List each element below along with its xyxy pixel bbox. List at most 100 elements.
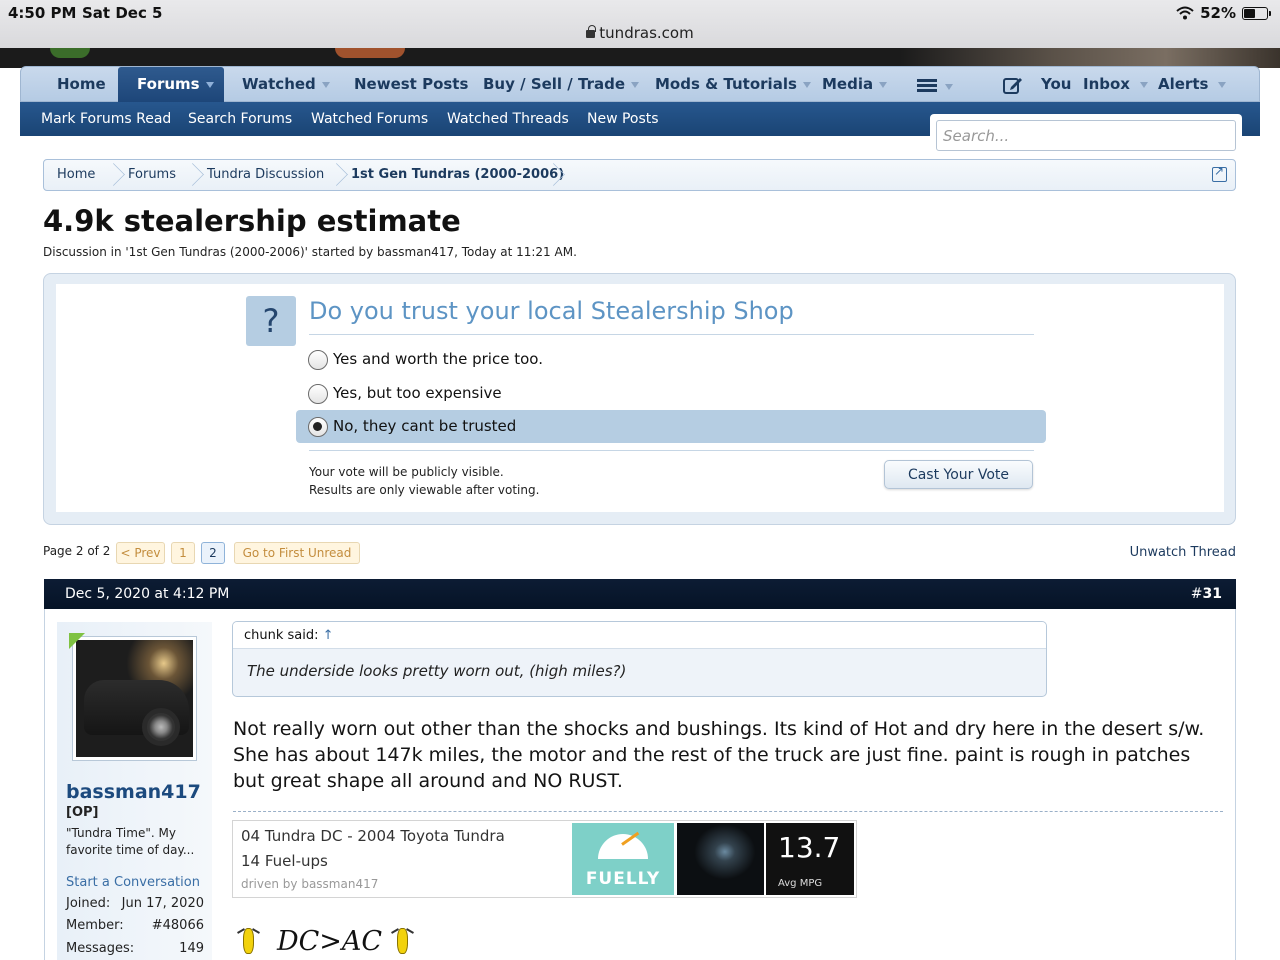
user-stat-joined: Joined: Jun 17, 2020 — [66, 896, 204, 911]
poll-results-note: Results are only viewable after voting. — [309, 483, 540, 497]
nav-media[interactable]: Media — [822, 67, 888, 102]
radio-button-checked[interactable] — [308, 417, 328, 437]
address-bar[interactable]: tundras.com — [0, 24, 1280, 42]
poll-question: Do you trust your local Stealership Shop — [309, 297, 794, 325]
subnav-watched-threads[interactable]: Watched Threads — [447, 102, 569, 136]
breadcrumb-separator — [185, 160, 199, 190]
signature-graphic: DC>AC — [233, 920, 433, 960]
status-bar: 4:50 PM Sat Dec 5 52% tundras.com — [0, 0, 1280, 48]
page-info: Page 2 of 2 — [43, 544, 111, 558]
breadcrumb: Home Forums Tundra Discussion 1st Gen Tu… — [43, 159, 1236, 191]
search-input[interactable]: Search... — [936, 120, 1236, 151]
arrow-up-icon[interactable]: ↑ — [323, 628, 334, 643]
wifi-icon — [1176, 6, 1194, 20]
quote-header: chunk said: ↑ — [233, 622, 1046, 649]
compose-icon[interactable] — [1003, 75, 1023, 95]
chevron-down-icon — [945, 84, 953, 90]
external-link-icon[interactable] — [1212, 164, 1227, 182]
breadcrumb-separator — [546, 160, 560, 190]
post-header: Dec 5, 2020 at 4:12 PM #31 — [44, 579, 1236, 609]
post-date: Dec 5, 2020 at 4:12 PM — [65, 586, 230, 602]
breadcrumb-1st-gen[interactable]: 1st Gen Tundras (2000-2006) — [351, 160, 564, 190]
user-title: "Tundra Time". My favorite time of day..… — [66, 826, 195, 857]
breadcrumb-home[interactable]: Home — [57, 160, 95, 190]
nav-mods-tutorials[interactable]: Mods & Tutorials — [655, 67, 811, 102]
poll-option-label: Yes and worth the price too. — [333, 350, 543, 368]
user-stat-member: Member: #48066 — [66, 918, 204, 933]
chevron-down-icon — [205, 81, 214, 88]
op-badge: [OP] — [66, 805, 99, 820]
thread-meta: Discussion in '1st Gen Tundras (2000-200… — [43, 245, 577, 259]
quote-author: chunk said: — [244, 628, 319, 643]
unwatch-thread-link[interactable]: Unwatch Thread — [1130, 545, 1236, 560]
prev-page-button[interactable]: < Prev — [116, 542, 165, 564]
dancing-banana-icon — [237, 924, 260, 958]
mpg-value: 13.7 — [778, 831, 841, 864]
breadcrumb-separator — [329, 160, 343, 190]
battery-icon — [1242, 6, 1271, 20]
banner-graphic — [50, 48, 90, 58]
lock-icon — [586, 25, 596, 38]
url-text: tundras.com — [599, 24, 694, 42]
page-1-link[interactable]: 1 — [171, 542, 195, 564]
battery-fill — [1244, 8, 1255, 18]
signature-text: DC>AC — [277, 926, 383, 957]
post-number[interactable]: #31 — [1191, 579, 1222, 609]
nav-newest-posts[interactable]: Newest Posts — [354, 67, 468, 102]
radio-button[interactable] — [308, 384, 328, 404]
nav-alerts[interactable]: Alerts — [1158, 67, 1227, 102]
chevron-down-icon — [631, 81, 640, 88]
breadcrumb-forums[interactable]: Forums — [128, 160, 176, 190]
main-nav: Home Forums Watched Newest Posts Buy / S… — [20, 66, 1260, 102]
fuelly-vehicle-title: 04 Tundra DC - 2004 Toyota Tundra — [241, 827, 505, 845]
status-date: Sat Dec 5 — [82, 4, 163, 22]
gauge-icon — [598, 834, 648, 859]
radio-button[interactable] — [308, 350, 328, 370]
chevron-down-icon — [321, 81, 330, 88]
poll-option-label: Yes, but too expensive — [333, 384, 502, 402]
banner-graphic — [335, 48, 405, 58]
user-stat-messages: Messages: 149 — [66, 941, 204, 956]
breadcrumb-tundra-discussion[interactable]: Tundra Discussion — [207, 160, 324, 190]
page-title: 4.9k stealership estimate — [43, 204, 461, 238]
menu-icon[interactable] — [917, 79, 937, 92]
nav-buy-sell-trade[interactable]: Buy / Sell / Trade — [483, 67, 640, 102]
fuelly-badge[interactable]: 04 Tundra DC - 2004 Toyota Tundra 14 Fue… — [232, 820, 857, 898]
poll-option[interactable]: Yes and worth the price too. — [296, 343, 1046, 376]
poll-option[interactable]: Yes, but too expensive — [296, 377, 1046, 410]
cast-vote-button[interactable]: Cast Your Vote — [884, 460, 1033, 489]
signature-divider — [233, 811, 1223, 812]
avatar[interactable] — [72, 636, 197, 761]
fuelly-driven-by: driven by bassman417 — [241, 877, 379, 891]
quote-block: chunk said: ↑ The underside looks pretty… — [232, 621, 1047, 697]
banner-graphic — [900, 48, 1280, 68]
subnav-search-forums[interactable]: Search Forums — [188, 102, 292, 136]
nav-forums[interactable]: Forums — [118, 67, 224, 102]
breadcrumb-separator — [106, 160, 120, 190]
question-icon: ? — [246, 296, 296, 346]
subnav-watched-forums[interactable]: Watched Forums — [311, 102, 428, 136]
poll-option-selected[interactable]: No, they cant be trusted — [296, 410, 1046, 443]
start-conversation-link[interactable]: Start a Conversation — [66, 875, 200, 890]
page-2-current[interactable]: 2 — [201, 542, 225, 564]
vehicle-photo — [677, 823, 764, 895]
post-message: Not really worn out other than the shock… — [233, 718, 1205, 792]
fuelly-fuelups: 14 Fuel-ups — [241, 852, 328, 870]
chevron-down-icon — [1139, 81, 1148, 88]
nav-you[interactable]: You — [1041, 67, 1071, 102]
poll-divider — [309, 450, 1034, 451]
nav-watched[interactable]: Watched — [242, 67, 330, 102]
subnav-new-posts[interactable]: New Posts — [587, 102, 659, 136]
nav-inbox[interactable]: Inbox — [1083, 67, 1148, 102]
fuelly-logo-text: FUELLY — [585, 869, 661, 889]
mpg-label: Avg MPG — [778, 878, 823, 889]
status-right: 52% — [1176, 4, 1271, 22]
avatar-image — [76, 640, 193, 757]
subnav-mark-forums-read[interactable]: Mark Forums Read — [41, 102, 171, 136]
status-time: 4:50 PM — [8, 4, 77, 22]
username-link[interactable]: bassman417 — [66, 781, 201, 803]
nav-home[interactable]: Home — [57, 67, 106, 102]
first-unread-button[interactable]: Go to First Unread — [234, 542, 360, 564]
mpg-panel: 13.7 Avg MPG — [766, 823, 854, 895]
poll-divider — [309, 334, 1034, 335]
